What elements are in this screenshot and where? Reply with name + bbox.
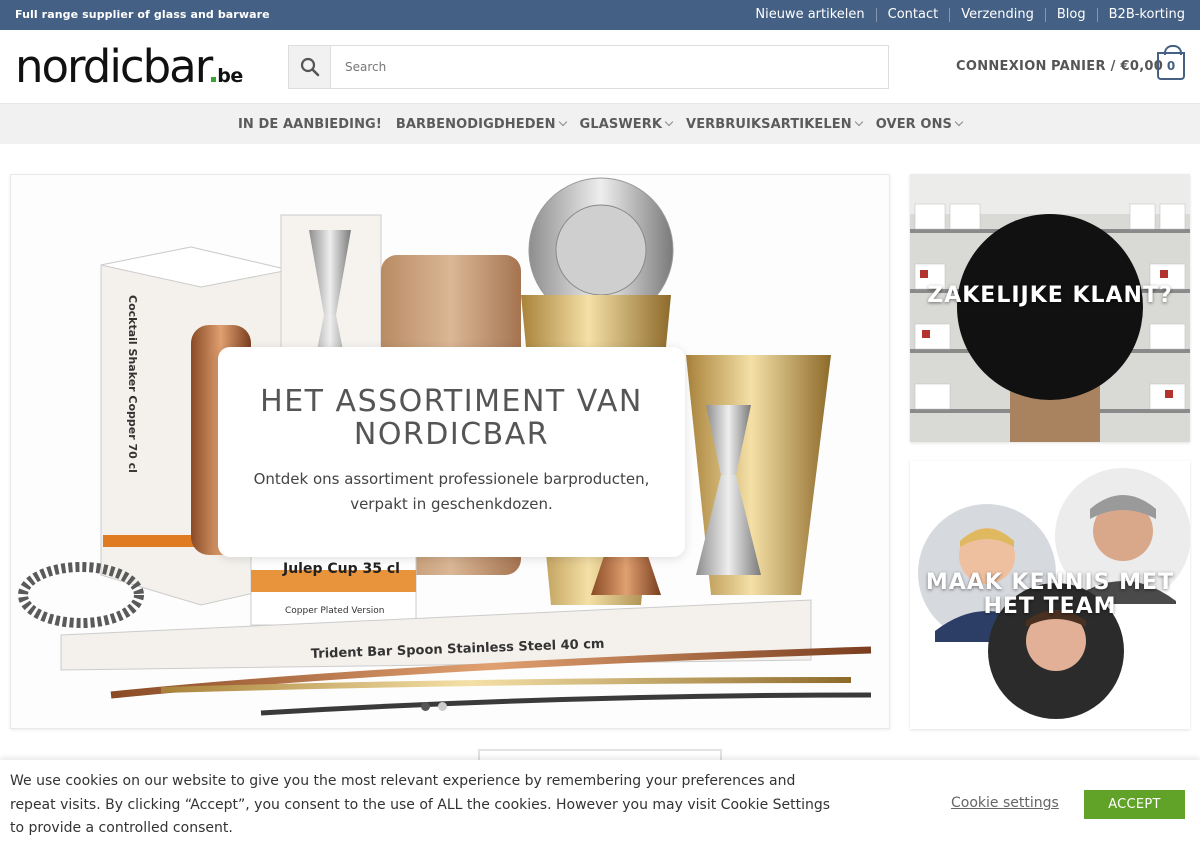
meet-the-team-title: MAAK KENNIS MET HET TEAM (925, 570, 1175, 619)
chevron-down-icon (954, 117, 964, 127)
logo-name: nordicbar (15, 40, 213, 93)
top-link-contact[interactable]: Contact (875, 8, 950, 22)
top-link-b2b[interactable]: B2B-korting (1096, 8, 1185, 22)
cookie-banner: We use cookies on our website to give yo… (0, 760, 1200, 850)
hero-description: Ontdek ons assortiment professionele bar… (253, 470, 650, 513)
hero-title: HET ASSORTIMENT VAN NORDICBAR (260, 384, 643, 452)
site-logo[interactable]: nordicbar be (15, 42, 243, 92)
slider-dot[interactable] (438, 702, 447, 711)
shaker-box-label: Cocktail Shaker Copper 70 cl (126, 295, 139, 473)
nav-item-glassware[interactable]: GLASWERK (573, 117, 679, 132)
cookie-settings-link[interactable]: Cookie settings (951, 795, 1059, 811)
julep-box-sublabel: Copper Plated Version (285, 606, 385, 616)
cookie-text: We use cookies on our website to give yo… (10, 773, 831, 836)
business-customer-card[interactable]: ZAKELIJKE KLANT? (910, 174, 1190, 442)
chevron-down-icon (558, 117, 567, 127)
hero-slider[interactable]: Cocktail Shaker Copper 70 cl Julep Cup 3… (10, 174, 890, 729)
hero-text-box: HET ASSORTIMENT VAN NORDICBAR Ontdek ons… (218, 347, 685, 557)
business-customer-title: ZAKELIJKE KLANT? (927, 283, 1173, 308)
top-bar: Full range supplier of glass and barware… (0, 0, 1200, 30)
logo-tld: be (211, 65, 243, 87)
cookie-accept-button[interactable]: ACCEPT (1084, 790, 1185, 819)
tagline: Full range supplier of glass and barware (15, 8, 270, 21)
chevron-down-icon (854, 117, 863, 127)
main-nav: IN DE AANBIEDING! BARBENODIGDHEDEN GLASW… (0, 103, 1200, 144)
julep-box-label: Julep Cup 35 cl (282, 561, 400, 577)
nav-item-sale[interactable]: IN DE AANBIEDING! (231, 117, 389, 132)
top-link-new-articles[interactable]: Nieuwe artikelen (744, 8, 875, 22)
search-button[interactable] (288, 45, 330, 89)
top-links: Nieuwe artikelen Contact Verzending Blog… (744, 0, 1185, 30)
search-icon (300, 57, 319, 77)
search-input[interactable] (330, 45, 889, 89)
chevron-down-icon (664, 117, 674, 127)
top-link-blog[interactable]: Blog (1044, 8, 1097, 22)
nav-item-consumables[interactable]: VERBRUIKSARTIKELEN (679, 117, 869, 132)
site-header: nordicbar be CONNEXION PANIER / €0,00 0 (0, 30, 1200, 103)
cart-link[interactable]: PANIER / €0,00 (1051, 59, 1163, 74)
cart-count-badge[interactable]: 0 (1157, 45, 1185, 80)
slider-dot[interactable] (421, 702, 430, 711)
meet-the-team-card[interactable]: MAAK KENNIS MET HET TEAM (910, 461, 1190, 729)
top-link-shipping[interactable]: Verzending (949, 8, 1045, 22)
warehouse-image (910, 174, 1190, 442)
search-bar (288, 45, 889, 89)
nav-item-about[interactable]: OVER ONS (869, 117, 969, 132)
nav-item-bar-tools[interactable]: BARBENODIGDHEDEN (389, 117, 573, 132)
slider-dots (421, 702, 447, 711)
account-link[interactable]: CONNEXION (956, 59, 1047, 74)
